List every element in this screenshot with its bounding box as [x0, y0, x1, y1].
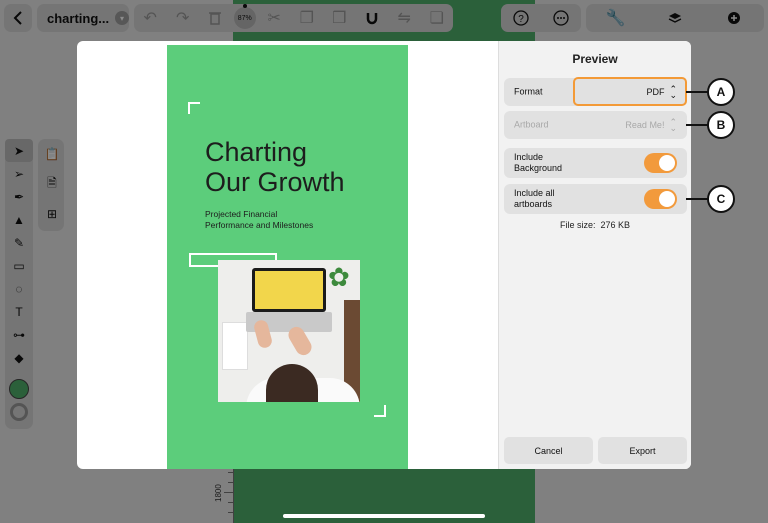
updown-chevron-icon: ⌃ ⌄ — [669, 117, 677, 133]
artboard-row: Artboard Read Me! ⌃ ⌄ — [504, 111, 687, 139]
cancel-button[interactable]: Cancel — [504, 437, 593, 464]
format-row: Format PDF ⌃ ⌄ — [504, 77, 687, 106]
artboard-title: Charting Our Growth — [205, 137, 345, 197]
include-background-row: Include Background — [504, 148, 687, 178]
preview-panel: Preview Format PDF ⌃ ⌄ Artboard Read Me! … — [498, 41, 691, 469]
format-label: Format — [514, 86, 543, 97]
callout-a: A — [707, 78, 735, 106]
include-all-artboards-row: Include all artboards — [504, 184, 687, 214]
artboard-preview: Charting Our Growth Projected Financial … — [167, 45, 408, 469]
artboard-value: Read Me! — [625, 120, 665, 130]
updown-chevron-icon: ⌃ ⌄ — [669, 83, 677, 100]
artboard-label: Artboard — [514, 119, 549, 130]
crop-corner-bottom-right — [374, 405, 386, 417]
callout-a-leader — [686, 91, 708, 93]
artboard-subtitle: Projected Financial Performance and Mile… — [205, 209, 314, 230]
crop-corner-top-left — [188, 102, 200, 114]
artboard-select[interactable]: Read Me! ⌃ ⌄ — [625, 117, 677, 133]
panel-title: Preview — [572, 52, 618, 66]
file-size: File size: 276 KB — [559, 220, 631, 230]
export-button[interactable]: Export — [598, 437, 687, 464]
callout-c-leader — [686, 198, 708, 200]
include-background-label: Include Background — [514, 152, 563, 173]
callout-b: B — [707, 111, 735, 139]
callout-c: C — [707, 185, 735, 213]
format-value: PDF — [646, 86, 665, 97]
home-indicator — [283, 514, 485, 518]
include-all-artboards-toggle[interactable] — [644, 189, 677, 209]
laptop-photo: ✿ — [218, 260, 360, 402]
export-dialog: Charting Our Growth Projected Financial … — [77, 41, 691, 469]
callout-b-leader — [686, 124, 708, 126]
include-background-toggle[interactable] — [644, 153, 677, 173]
include-all-artboards-label: Include all artboards — [514, 188, 555, 209]
format-select[interactable]: PDF ⌃ ⌄ — [573, 77, 687, 106]
